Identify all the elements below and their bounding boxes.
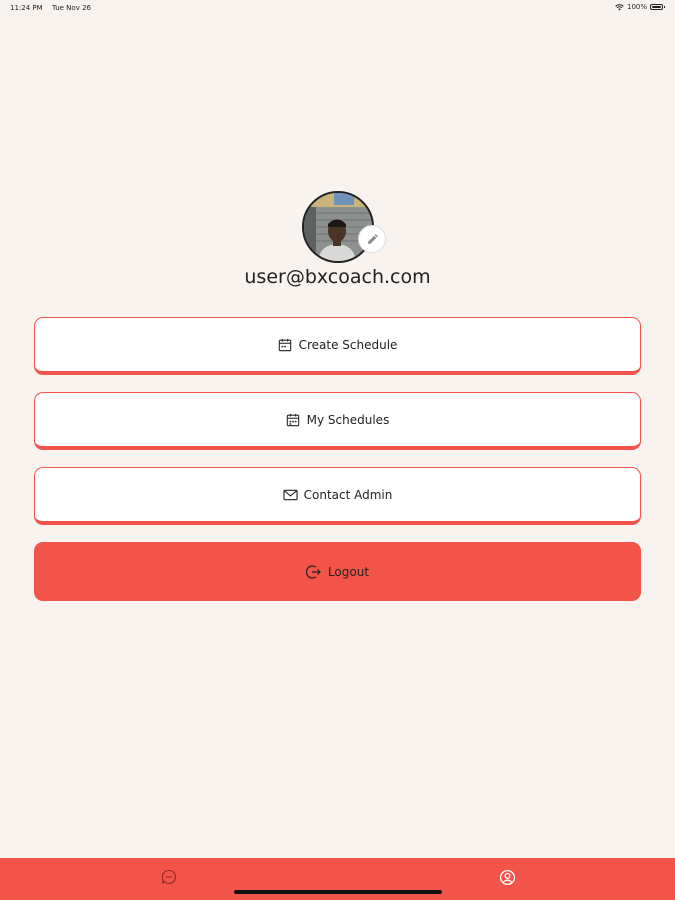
- edit-avatar-button[interactable]: [358, 225, 386, 253]
- my-schedules-button[interactable]: My Schedules: [34, 392, 641, 450]
- tab-bar: [0, 858, 675, 900]
- logout-label: Logout: [327, 564, 370, 579]
- battery-percent: 100%: [626, 3, 647, 11]
- user-email: user@bxcoach.com: [244, 266, 431, 288]
- create-schedule-button[interactable]: Create Schedule: [34, 317, 641, 375]
- logout-button[interactable]: Logout: [34, 542, 641, 601]
- chat-icon: [161, 869, 177, 885]
- tab-profile[interactable]: [498, 868, 516, 886]
- status-indicators: 100%: [615, 3, 665, 11]
- calendar-icon: [286, 412, 301, 427]
- status-bar: 11:24 PM Tue Nov 26 100%: [0, 0, 675, 16]
- status-time: 11:24 PM: [10, 4, 43, 12]
- battery-icon: [650, 4, 665, 10]
- profile-icon: [499, 869, 515, 885]
- avatar-photo: [304, 193, 372, 261]
- wifi-icon: [615, 3, 624, 10]
- tab-chat[interactable]: [160, 868, 178, 886]
- my-schedules-label: My Schedules: [306, 412, 390, 427]
- contact-admin-button[interactable]: Contact Admin: [34, 467, 641, 525]
- pencil-icon: [367, 233, 378, 244]
- mail-icon: [283, 487, 298, 502]
- status-date: Tue Nov 26: [52, 4, 91, 12]
- contact-admin-label: Contact Admin: [303, 487, 393, 502]
- calendar-icon: [278, 337, 293, 352]
- create-schedule-label: Create Schedule: [298, 337, 398, 352]
- home-indicator: [234, 890, 442, 894]
- profile-avatar-container: [302, 191, 386, 263]
- logout-icon: [305, 564, 322, 580]
